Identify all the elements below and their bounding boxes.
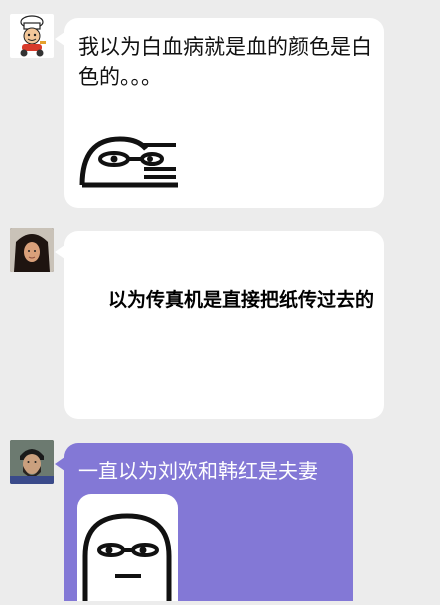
message-bubble-2[interactable]: 以为传真机是直接把纸传过去的 — [55, 231, 384, 419]
chef-cartoon-avatar[interactable] — [10, 14, 54, 58]
sideeye-face-sticker — [78, 131, 178, 195]
bearded-person-avatar[interactable] — [10, 440, 54, 484]
message-text-3: 一直以为刘欢和韩红是夫妻 — [78, 459, 318, 483]
message-bubble-3[interactable]: 一直以为刘欢和韩红是夫妻 — [55, 443, 353, 601]
message-bubble-1[interactable]: 我以为白血病就是血的颜色是白色的。。。 — [55, 18, 384, 208]
long-hair-person-avatar[interactable] — [10, 228, 54, 272]
blank-stare-face-sticker — [77, 494, 178, 601]
message-text-1: 我以为白血病就是血的颜色是白色的。。。 — [78, 35, 372, 89]
message-text-2: 以为传真机是直接把纸传过去的 — [107, 289, 374, 311]
